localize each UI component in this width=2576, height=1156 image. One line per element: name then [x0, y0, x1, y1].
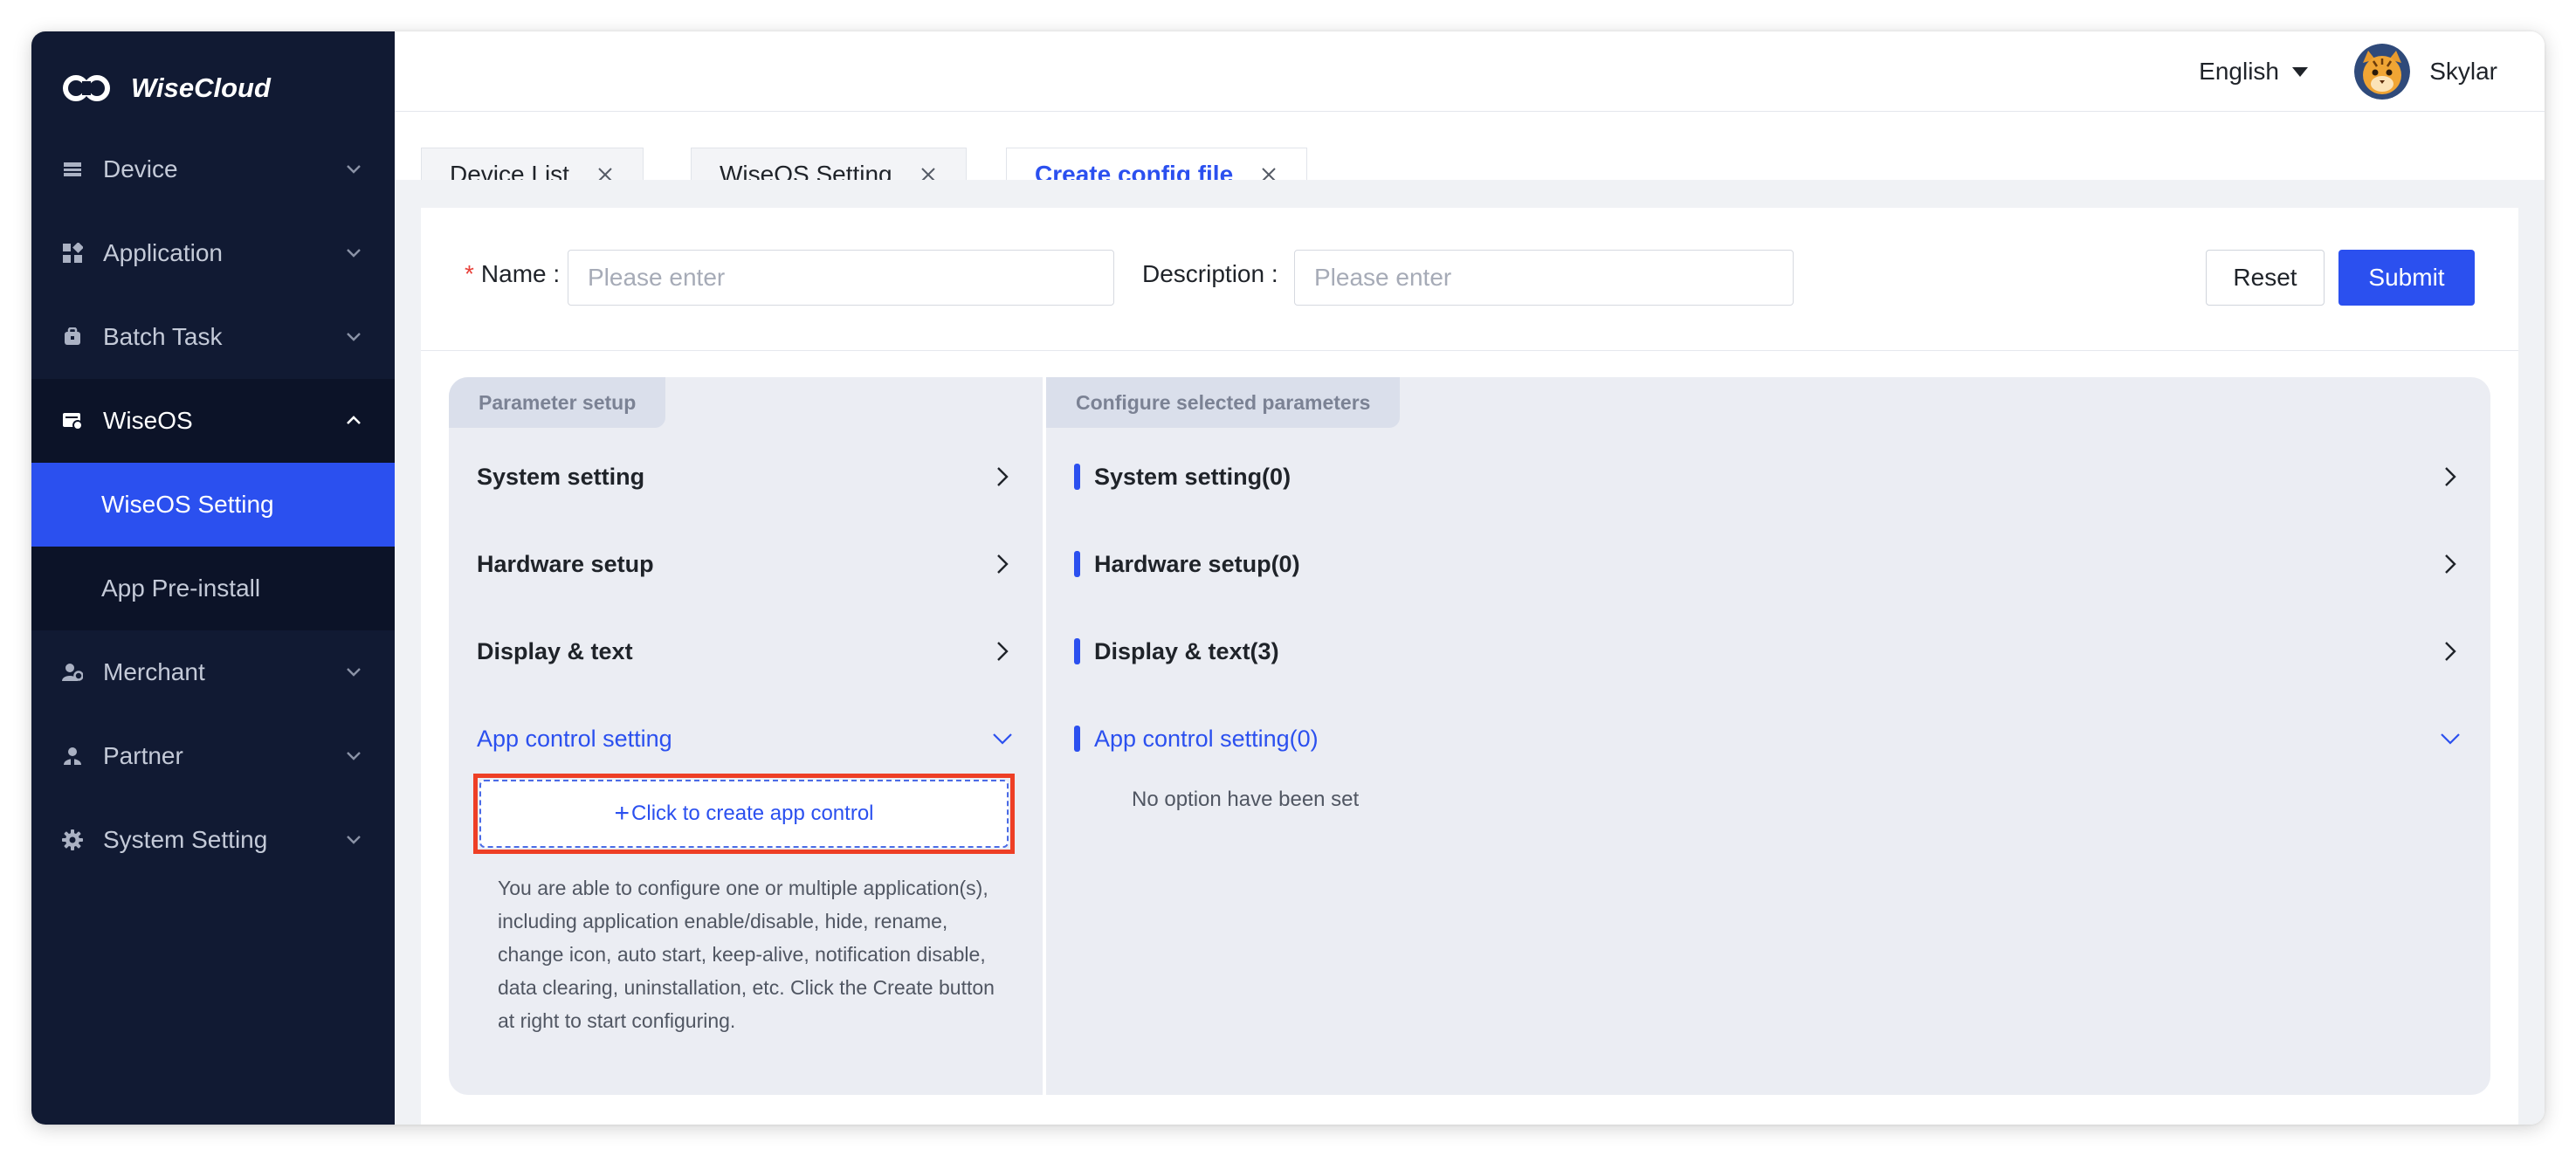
configured-parameters-column: Configure selected parameters System set… — [1046, 377, 2490, 1095]
description-label-text: Description — [1142, 260, 1265, 287]
sidebar-item-label: Partner — [103, 742, 183, 769]
config-item-label: Display & text(3) — [1094, 637, 1279, 664]
chevron-down-icon — [347, 333, 361, 341]
param-item-label: Display & text — [477, 637, 633, 664]
chevron-right-icon — [2445, 554, 2456, 574]
chevron-down-icon — [347, 249, 361, 258]
sidebar-item-merchant[interactable]: Merchant — [31, 630, 395, 714]
description-label: Description : — [1142, 260, 1278, 287]
chevron-right-icon — [997, 642, 1009, 661]
param-item-label: App control setting — [477, 725, 672, 752]
brand-name: WiseCloud — [131, 72, 271, 103]
description-input[interactable] — [1294, 250, 1794, 306]
required-mark: * — [465, 260, 474, 287]
avatar — [2354, 44, 2411, 100]
plus-icon: + — [614, 799, 630, 828]
sidebar-item-device[interactable]: Device — [31, 127, 395, 211]
accent-bar — [1074, 551, 1080, 577]
param-item-hardware-setup[interactable]: Hardware setup — [477, 538, 1015, 590]
user-menu[interactable]: Skylar — [2354, 40, 2497, 103]
name-label-text: Name — [480, 260, 547, 287]
chevron-right-icon — [997, 554, 1009, 574]
chevron-down-icon — [347, 165, 361, 174]
sidebar-item-application[interactable]: Application — [31, 211, 395, 295]
create-app-control-highlight: + Click to create app control — [473, 774, 1015, 854]
create-app-control-label: Click to create app control — [631, 802, 874, 825]
application-icon — [59, 240, 86, 266]
partner-icon — [59, 743, 86, 769]
submit-button[interactable]: Submit — [2338, 250, 2475, 306]
configured-parameters-title: Configure selected parameters — [1046, 377, 1401, 428]
name-input[interactable] — [568, 250, 1114, 306]
sidebar-subitem-wiseos-setting[interactable]: WiseOS Setting — [31, 463, 395, 547]
accent-bar — [1074, 638, 1080, 664]
sidebar-item-batch-task[interactable]: Batch Task — [31, 295, 395, 379]
sidebar-item-system-setting[interactable]: System Setting — [31, 798, 395, 882]
chevron-right-icon — [2445, 642, 2456, 661]
batch-task-icon — [59, 324, 86, 350]
chevron-up-icon — [347, 416, 361, 424]
name-label: * Name : — [465, 260, 561, 287]
chevron-down-icon — [993, 733, 1012, 745]
sidebar-subitem-app-pre-install[interactable]: App Pre-install — [31, 547, 395, 630]
config-form-card: *Name : Description : Reset Submit Param… — [421, 208, 2518, 1125]
sidebar-subitem-label: WiseOS Setting — [101, 491, 274, 518]
config-item-app-control-setting[interactable]: App control setting(0) — [1074, 712, 2462, 765]
param-item-system-setting[interactable]: System setting — [477, 451, 1015, 503]
brand-logo[interactable]: WiseCloud — [61, 66, 271, 110]
param-item-app-control-setting[interactable]: App control setting — [477, 712, 1015, 765]
wisecloud-logo-icon — [63, 75, 110, 101]
chevron-down-icon — [347, 668, 361, 677]
param-item-display-text[interactable]: Display & text — [477, 625, 1015, 678]
merchant-icon — [59, 659, 86, 685]
sidebar-nav: Device Application Batch Task WiseOS Wis… — [31, 127, 395, 882]
chevron-right-icon — [2445, 467, 2456, 486]
parameter-setup-title: Parameter setup — [449, 377, 666, 428]
chevron-right-icon — [997, 467, 1009, 486]
sidebar-item-label: System Setting — [103, 826, 268, 853]
sidebar-item-label: Device — [103, 155, 178, 182]
sidebar-item-wiseos[interactable]: WiseOS — [31, 379, 395, 463]
config-item-label: App control setting(0) — [1094, 725, 1319, 752]
username: Skylar — [2429, 58, 2497, 85]
top-bar: English Skylar — [395, 31, 2545, 112]
app-control-help-text: You are able to configure one or multipl… — [498, 877, 995, 1032]
device-icon — [59, 156, 86, 182]
config-item-label: Hardware setup(0) — [1094, 550, 1300, 577]
config-item-display-text[interactable]: Display & text(3) — [1074, 625, 2462, 678]
sidebar-item-label: Application — [103, 239, 223, 266]
reset-button[interactable]: Reset — [2206, 250, 2325, 306]
parameter-setup-column: Parameter setup System setting Hardware … — [449, 377, 1043, 1095]
chevron-down-icon — [347, 836, 361, 844]
parameter-panel: Parameter setup System setting Hardware … — [449, 377, 2490, 1095]
sidebar-item-partner[interactable]: Partner — [31, 714, 395, 798]
chevron-down-icon — [2441, 733, 2460, 745]
chevron-down-icon — [347, 752, 361, 760]
accent-bar — [1074, 726, 1080, 752]
language-selector[interactable]: English — [2199, 52, 2309, 91]
sidebar: WiseCloud Device Application Batch Task … — [31, 31, 395, 1125]
main-content: *Name : Description : Reset Submit Param… — [395, 180, 2545, 1125]
config-item-system-setting[interactable]: System setting(0) — [1074, 451, 2462, 503]
app-window: WiseCloud Device Application Batch Task … — [31, 31, 2545, 1125]
no-option-text: No option have been set — [1132, 788, 1360, 811]
accent-bar — [1074, 464, 1080, 490]
config-item-hardware-setup[interactable]: Hardware setup(0) — [1074, 538, 2462, 590]
form-header: *Name : Description : Reset Submit — [421, 208, 2518, 351]
create-app-control-button[interactable]: + Click to create app control — [479, 780, 1009, 848]
gear-icon — [59, 827, 86, 853]
param-item-label: System setting — [477, 463, 645, 490]
sidebar-item-label: Batch Task — [103, 323, 223, 350]
sidebar-subitem-label: App Pre-install — [101, 575, 261, 602]
caret-down-icon — [2292, 67, 2308, 77]
language-label: English — [2199, 58, 2279, 85]
sidebar-item-label: WiseOS — [103, 407, 193, 434]
param-item-label: Hardware setup — [477, 550, 654, 577]
sidebar-item-label: Merchant — [103, 658, 205, 685]
config-item-label: System setting(0) — [1094, 463, 1291, 490]
wiseos-icon — [59, 408, 86, 434]
